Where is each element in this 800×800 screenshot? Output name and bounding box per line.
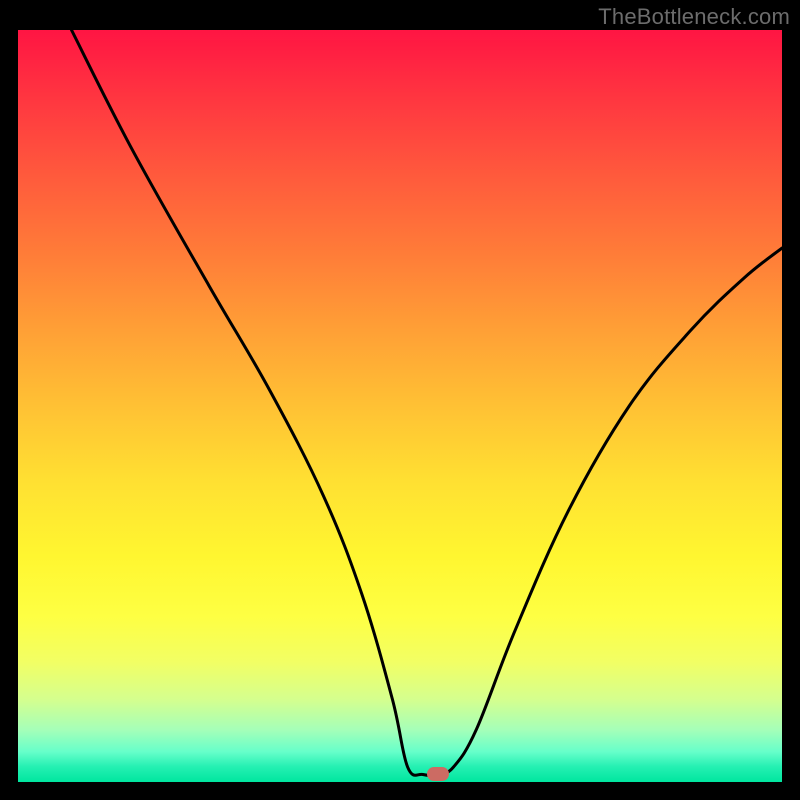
curve-path	[72, 30, 783, 775]
plot-area	[18, 30, 782, 782]
curve-svg	[18, 30, 782, 782]
minimum-marker	[427, 767, 449, 781]
chart-frame: TheBottleneck.com	[0, 0, 800, 800]
watermark-text: TheBottleneck.com	[598, 4, 790, 30]
